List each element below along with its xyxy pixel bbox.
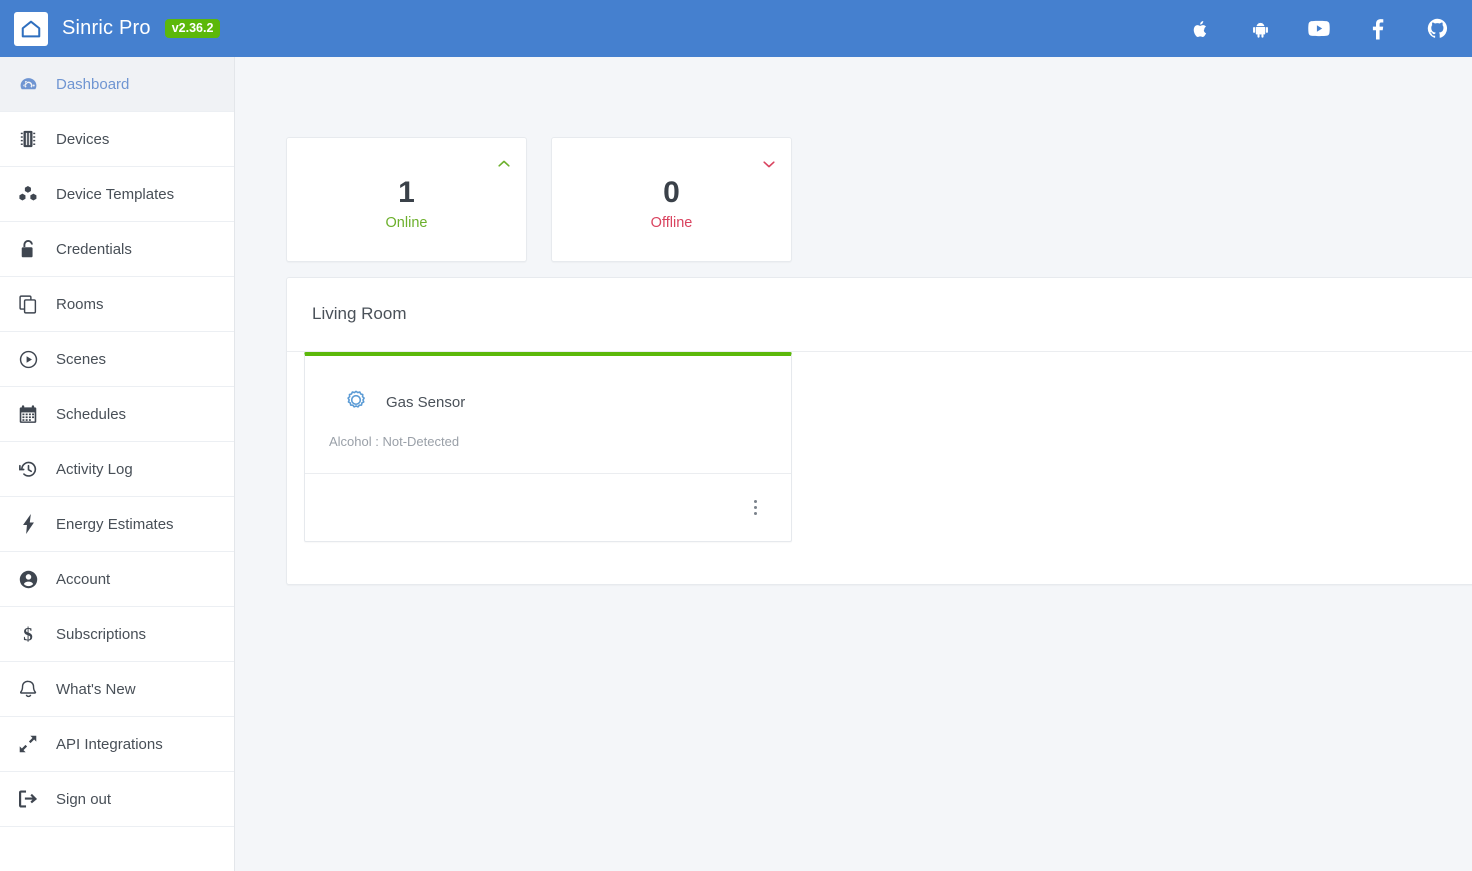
sidebar-item-credentials[interactable]: Credentials xyxy=(0,222,234,277)
facebook-icon[interactable] xyxy=(1367,18,1389,40)
chevron-down-icon xyxy=(761,156,777,172)
online-count: 1 xyxy=(398,176,415,209)
dashboard-icon xyxy=(0,75,56,94)
offline-status-card[interactable]: 0 Offline xyxy=(551,137,792,262)
sidebar-item-label: What's New xyxy=(56,680,136,698)
device-status: Alcohol : Not-Detected xyxy=(329,434,460,449)
device-grid: Gas Sensor Alcohol : Not-Detected xyxy=(287,352,1472,542)
sidebar-item-energy-estimates[interactable]: Energy Estimates xyxy=(0,497,234,552)
online-status-card[interactable]: 1 Online xyxy=(286,137,527,262)
online-label: Online xyxy=(385,215,428,231)
sidebar-item-sign-out[interactable]: Sign out xyxy=(0,772,234,827)
sidebar-navigation: Dashboard Devices Device Templates Crede… xyxy=(0,57,235,871)
sidebar-item-label: Sign out xyxy=(56,790,112,808)
chip-icon xyxy=(0,130,56,148)
sidebar-item-label: Rooms xyxy=(56,295,104,313)
sidebar-item-rooms[interactable]: Rooms xyxy=(0,277,234,332)
status-summary-cards: 1 Online 0 Offline xyxy=(286,137,792,262)
lock-open-icon xyxy=(0,239,56,259)
copy-icon xyxy=(0,294,56,314)
sidebar-item-dashboard[interactable]: Dashboard xyxy=(0,57,234,112)
top-header-bar: Sinric Pro v2.36.2 xyxy=(0,0,1472,57)
sidebar-item-activity-log[interactable]: Activity Log xyxy=(0,442,234,497)
sidebar-item-schedules[interactable]: Schedules xyxy=(0,387,234,442)
kebab-menu-icon[interactable] xyxy=(746,497,764,519)
sidebar-item-whats-new[interactable]: What's New xyxy=(0,662,234,717)
cubes-icon xyxy=(0,185,56,203)
version-badge: v2.36.2 xyxy=(164,18,221,39)
sidebar-item-label: Account xyxy=(56,570,111,588)
user-circle-icon xyxy=(0,570,56,589)
device-card-gas-sensor[interactable]: Gas Sensor Alcohol : Not-Detected xyxy=(304,352,792,542)
room-panel-living-room: Living Room Gas Sensor Alcohol : Not-Det… xyxy=(286,277,1472,585)
sidebar-item-label: Activity Log xyxy=(56,460,133,478)
device-footer xyxy=(305,473,791,541)
dollar-icon: $ xyxy=(0,624,56,644)
main-content: 1 Online 0 Offline Living Room Gas Senso… xyxy=(235,57,1472,871)
sidebar-item-label: Subscriptions xyxy=(56,625,147,643)
offline-count: 0 xyxy=(663,176,680,209)
device-name: Gas Sensor xyxy=(386,393,466,411)
github-icon[interactable] xyxy=(1426,18,1448,40)
android-icon[interactable] xyxy=(1249,18,1271,40)
gas-sensor-gear-icon xyxy=(342,388,370,416)
chevron-up-icon xyxy=(496,156,512,172)
play-circle-icon xyxy=(0,350,56,369)
history-icon xyxy=(0,460,56,479)
sidebar-item-label: Credentials xyxy=(56,240,132,258)
sidebar-item-label: Scenes xyxy=(56,350,107,368)
brand[interactable]: Sinric Pro v2.36.2 xyxy=(0,11,221,46)
bolt-icon xyxy=(0,514,56,534)
sidebar-item-subscriptions[interactable]: $ Subscriptions xyxy=(0,607,234,662)
sidebar-item-label: Devices xyxy=(56,130,110,148)
brand-name: Sinric Pro xyxy=(62,17,151,39)
sidebar-item-label: Schedules xyxy=(56,405,127,423)
device-header: Gas Sensor xyxy=(305,356,791,416)
youtube-icon[interactable] xyxy=(1308,18,1330,40)
social-links xyxy=(1190,18,1472,40)
calendar-icon xyxy=(0,404,56,424)
apple-icon[interactable] xyxy=(1190,18,1212,40)
sidebar-item-label: Energy Estimates xyxy=(56,515,174,533)
sidebar-item-scenes[interactable]: Scenes xyxy=(0,332,234,387)
sidebar-item-device-templates[interactable]: Device Templates xyxy=(0,167,234,222)
sign-out-icon xyxy=(0,790,56,808)
home-icon xyxy=(14,11,48,46)
bell-icon xyxy=(0,680,56,699)
sidebar-item-label: Dashboard xyxy=(56,75,130,93)
sidebar-item-label: Device Templates xyxy=(56,185,175,203)
expand-arrows-icon xyxy=(0,735,56,753)
sidebar-item-account[interactable]: Account xyxy=(0,552,234,607)
svg-text:$: $ xyxy=(23,624,33,644)
sidebar-item-label: API Integrations xyxy=(56,735,163,753)
room-title: Living Room xyxy=(312,304,407,323)
sidebar-item-api-integrations[interactable]: API Integrations xyxy=(0,717,234,772)
sidebar-item-devices[interactable]: Devices xyxy=(0,112,234,167)
offline-label: Offline xyxy=(650,215,693,231)
